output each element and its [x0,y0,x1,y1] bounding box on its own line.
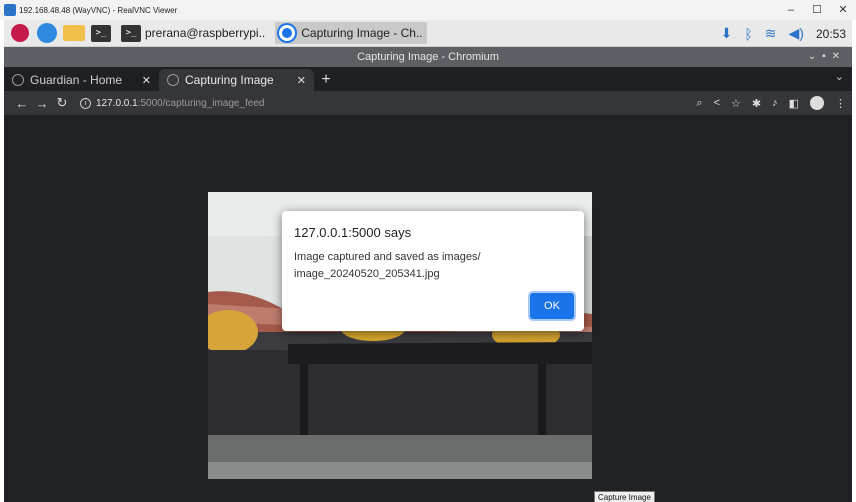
vnc-app-icon [4,4,16,16]
profile-avatar[interactable] [810,96,824,110]
back-icon[interactable]: ← [12,96,32,111]
tab-label: Capturing Image [185,73,274,87]
tab-close-icon[interactable]: ✕ [297,74,306,87]
taskbar: >_ >_ prerana@raspberrypi.. Capturing Im… [4,20,852,47]
globe-icon [167,74,179,86]
clock[interactable]: 20:53 [816,27,846,41]
url-path: :5000/capturing_image_feed [137,97,265,109]
dialog-message: Image captured and saved as images/ imag… [294,249,564,283]
capture-image-button[interactable]: Capture Image [594,491,655,502]
taskbar-task-label: Capturing Image - Ch.. [301,26,423,40]
browser-toolbar: ← → ↻ i 127.0.0.1 :5000/capturing_image_… [4,91,852,115]
bluetooth-icon[interactable]: ᛒ [744,26,752,42]
alert-dialog: 127.0.0.1:5000 says Image captured and s… [282,211,584,331]
url-host: 127.0.0.1 [96,97,138,109]
site-info-icon[interactable]: i [80,97,91,109]
side-panel-icon[interactable]: ◧ [789,97,799,110]
taskbar-task-chromium[interactable]: Capturing Image - Ch.. [275,22,427,44]
remote-desktop: >_ >_ prerana@raspberrypi.. Capturing Im… [4,20,852,502]
volume-icon[interactable]: ◀) [789,25,804,42]
vnc-window-controls: – ☐ ✕ [778,0,856,20]
tab-label: Guardian - Home [30,73,123,87]
media-icon[interactable]: ♪ [772,97,778,109]
download-icon[interactable]: ⬇ [721,25,733,42]
address-bar[interactable]: i 127.0.0.1 :5000/capturing_image_feed [80,97,265,109]
dialog-message-line1: Image captured and saved as images/ [294,251,481,263]
terminal-icon: >_ [121,24,141,42]
tab-close-icon[interactable]: ✕ [142,74,151,87]
dialog-message-line2: image_20240520_205341.jpg [294,268,440,280]
taskbar-task-terminal[interactable]: >_ prerana@raspberrypi.. [117,22,269,44]
tab-capturing-image[interactable]: Capturing Image ✕ [159,69,314,91]
chromium-window-controls[interactable]: ⌄▪✕ [808,47,846,67]
page-content: Capture Image 127.0.0.1:5000 says Image … [4,115,852,502]
taskbar-task-label: prerana@raspberrypi.. [145,26,266,40]
close-icon[interactable]: ✕ [830,0,856,20]
vnc-window-title: 192.168.48.48 (WayVNC) - RealVNC Viewer [19,5,178,15]
dialog-ok-button[interactable]: OK [530,293,574,319]
minimize-icon[interactable]: – [778,0,804,20]
terminal-icon[interactable]: >_ [91,24,111,42]
reload-icon[interactable]: ↻ [52,95,72,111]
web-browser-icon[interactable] [37,23,57,43]
tab-search-icon[interactable]: ⌄ [835,70,844,83]
chromium-window-title: Capturing Image - Chromium [357,51,499,63]
globe-icon [12,74,24,86]
vnc-title-bar: 192.168.48.48 (WayVNC) - RealVNC Viewer … [0,0,856,20]
toolbar-actions: ⌕ < ☆ ✱ ♪ ◧ ⋮ [696,91,846,115]
wifi-icon[interactable]: ≋ [765,25,777,42]
raspberry-menu-icon[interactable] [11,24,29,42]
extensions-icon[interactable]: ✱ [752,97,761,110]
forward-icon[interactable]: → [32,96,52,111]
chromium-icon [279,25,296,41]
chromium-title-bar: Capturing Image - Chromium ⌄▪✕ [4,47,852,67]
zoom-icon[interactable]: ⌕ [696,97,702,110]
bookmark-star-icon[interactable]: ☆ [731,97,741,110]
menu-kebab-icon[interactable]: ⋮ [835,97,846,110]
system-tray: ⬇ ᛒ ≋ ◀) 20:53 [721,20,846,47]
new-tab-button[interactable]: + [314,69,338,91]
tab-strip: Guardian - Home ✕ Capturing Image ✕ + ⌄ [4,67,852,91]
share-icon[interactable]: < [714,97,720,109]
maximize-icon[interactable]: ☐ [804,0,830,20]
dialog-title: 127.0.0.1:5000 says [294,225,412,240]
tab-guardian-home[interactable]: Guardian - Home ✕ [4,69,159,91]
file-manager-icon[interactable] [63,25,85,41]
